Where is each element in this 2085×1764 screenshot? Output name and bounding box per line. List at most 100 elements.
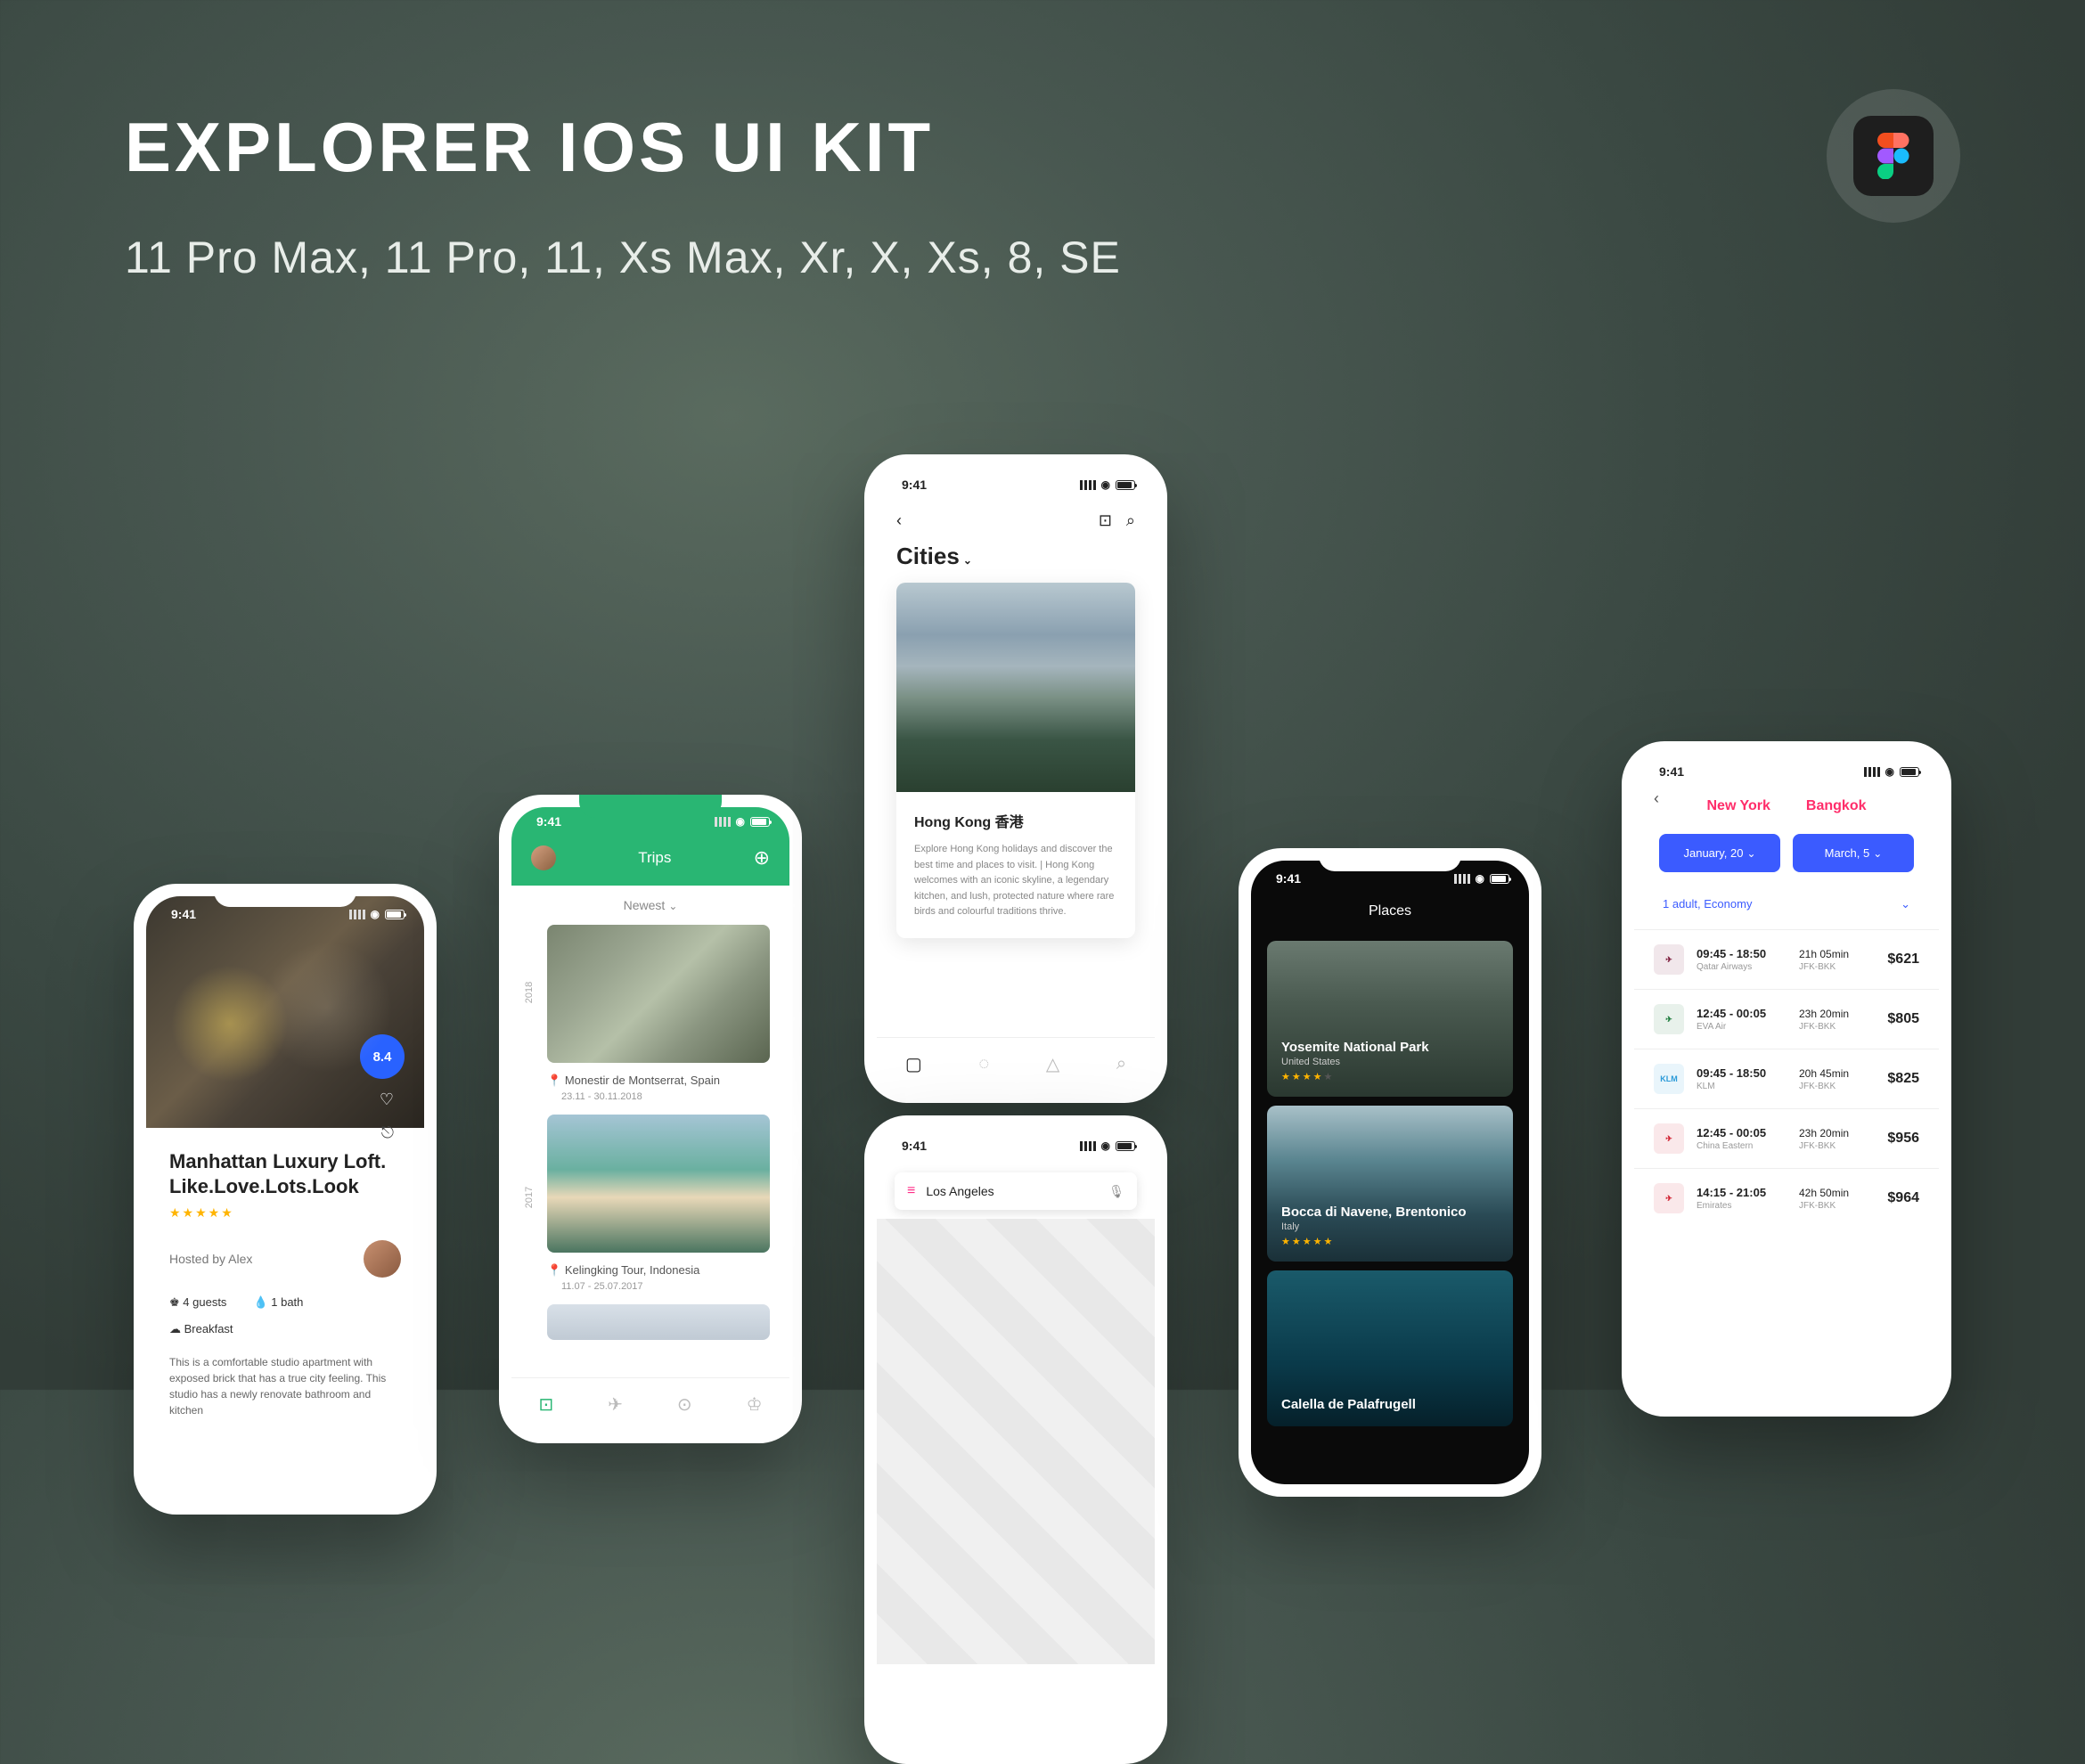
flight-row[interactable]: ✈ 14:15 - 21:05 Emirates 42h 50min JFK-B…	[1634, 1168, 1939, 1228]
figma-badge	[1827, 89, 1960, 223]
airline-icon: ✈	[1654, 1183, 1684, 1213]
place-card[interactable]: Yosemite National Park United States ★★★…	[1267, 941, 1513, 1097]
flight-row[interactable]: ✈ 12:45 - 00:05 China Eastern 23h 20min …	[1634, 1108, 1939, 1168]
flight-price: $805	[1866, 1011, 1919, 1027]
amenity-guests: ♚ 4 guests	[169, 1295, 226, 1310]
flight-row[interactable]: KLM 09:45 - 18:50 KLM 20h 45min JFK-BKK …	[1634, 1049, 1939, 1108]
city-card[interactable]: Hong Kong 香港 Explore Hong Kong holidays …	[896, 583, 1135, 938]
depart-date-chip[interactable]: January, 20	[1659, 834, 1780, 872]
status-time: 9:41	[902, 478, 927, 492]
route-to[interactable]: Bangkok	[1806, 798, 1867, 814]
passenger-selector[interactable]: 1 adult, Economy⌄	[1634, 883, 1939, 929]
map-icon[interactable]: ⊡	[1099, 511, 1112, 529]
place-card[interactable]: Calella de Palafrugell	[1267, 1270, 1513, 1426]
back-icon[interactable]: ‹	[896, 511, 902, 530]
favorite-icon[interactable]: ♡	[380, 1090, 394, 1109]
tab-chat-icon[interactable]: ◌	[978, 1054, 989, 1074]
place-card[interactable]: Bocca di Navene, Brentonico Italy ★★★★★	[1267, 1106, 1513, 1262]
amenity-breakfast: ☁ Breakfast	[169, 1322, 401, 1336]
hero-subtitle: 11 Pro Max, 11 Pro, 11, Xs Max, Xr, X, X…	[125, 232, 1121, 283]
city-description: Explore Hong Kong holidays and discover …	[914, 842, 1117, 920]
trip-card[interactable]	[547, 1304, 770, 1340]
map-search-bar[interactable]: ≡ Los Angeles 🎙	[895, 1172, 1137, 1210]
add-trip-icon[interactable]: ⊕	[754, 846, 770, 870]
flight-price: $825	[1866, 1071, 1919, 1087]
flight-duration: 21h 05min	[1799, 948, 1866, 960]
airline-name: Qatar Airways	[1697, 962, 1792, 972]
mockup-places: 9:41 ◉ Places Yosemite National Park Uni…	[1239, 848, 1541, 1497]
flight-row[interactable]: ✈ 09:45 - 18:50 Qatar Airways 21h 05min …	[1634, 929, 1939, 989]
search-text: Los Angeles	[926, 1184, 993, 1198]
flight-times: 14:15 - 21:05	[1697, 1186, 1792, 1199]
flight-row[interactable]: ✈ 12:45 - 00:05 EVA Air 23h 20min JFK-BK…	[1634, 989, 1939, 1049]
airline-icon: KLM	[1654, 1064, 1684, 1094]
flight-route: JFK-BKK	[1799, 1141, 1866, 1151]
trip-dates: 23.11 - 30.11.2018	[561, 1091, 770, 1102]
airline-icon: ✈	[1654, 1123, 1684, 1154]
flight-route: JFK-BKK	[1799, 1082, 1866, 1091]
trip-dates: 11.07 - 25.07.2017	[561, 1281, 770, 1292]
flight-times: 09:45 - 18:50	[1697, 1066, 1792, 1080]
figma-icon	[1853, 116, 1934, 196]
tab-pin-icon[interactable]: ⊙	[677, 1393, 692, 1416]
listing-title: Manhattan Luxury Loft. Like.Love.Lots.Lo…	[169, 1149, 401, 1198]
status-time: 9:41	[171, 907, 196, 921]
mockup-listing: 9:41 ◉ 8.4 ♡ ⎋ Manhattan Luxury Loft. Li…	[134, 884, 437, 1515]
mockup-flights: 9:41 ◉ ‹ New York Bangkok January, 20 Ma…	[1622, 741, 1951, 1417]
trip-card[interactable]: 📍 Monestir de Montserrat, Spain 23.11 - …	[547, 925, 770, 1102]
sort-dropdown[interactable]: Newest	[511, 886, 789, 925]
places-header: Places	[1251, 896, 1529, 932]
share-icon[interactable]: ⎋	[381, 1123, 394, 1142]
listing-description: This is a comfortable studio apartment w…	[169, 1354, 401, 1418]
tab-bell-icon[interactable]: △	[1046, 1053, 1059, 1075]
mic-icon[interactable]: 🎙	[1108, 1184, 1124, 1199]
flight-route: JFK-BKK	[1799, 1022, 1866, 1032]
route-from[interactable]: New York	[1706, 798, 1770, 814]
status-time: 9:41	[1659, 764, 1684, 779]
trips-header: Trips	[556, 849, 754, 867]
hero-title: EXPLORER IOS UI KIT	[125, 107, 934, 188]
host-label: Hosted by Alex	[169, 1252, 252, 1266]
flight-duration: 23h 20min	[1799, 1127, 1866, 1139]
flight-times: 12:45 - 00:05	[1697, 1007, 1792, 1020]
host-avatar[interactable]	[364, 1240, 401, 1278]
place-stars: ★★★★★	[1281, 1236, 1499, 1247]
place-name: Bocca di Navene, Brentonico	[1281, 1205, 1499, 1220]
trip-image	[547, 1115, 770, 1253]
menu-icon[interactable]: ≡	[907, 1183, 915, 1199]
tab-map-icon[interactable]: ⊡	[538, 1393, 553, 1416]
search-icon[interactable]: ⌕	[1126, 511, 1135, 529]
trip-image	[547, 1304, 770, 1340]
trip-card[interactable]: 📍 Kelingking Tour, Indonesia 11.07 - 25.…	[547, 1115, 770, 1292]
rating-badge: 8.4	[360, 1034, 405, 1079]
place-stars: ★★★★★	[1281, 1071, 1499, 1082]
trip-location: 📍 Kelingking Tour, Indonesia	[547, 1263, 770, 1278]
map-canvas[interactable]	[877, 1219, 1155, 1664]
tab-search-icon[interactable]: ⌕	[1116, 1054, 1126, 1074]
trip-location: 📍 Monestir de Montserrat, Spain	[547, 1074, 770, 1088]
flight-times: 09:45 - 18:50	[1697, 947, 1792, 960]
status-time: 9:41	[902, 1139, 927, 1153]
airline-name: EVA Air	[1697, 1022, 1792, 1032]
flight-price: $956	[1866, 1131, 1919, 1147]
city-title: Hong Kong 香港	[914, 810, 1117, 831]
tab-bar: ⊡ ✈ ⊙ ♔	[511, 1377, 789, 1431]
back-icon[interactable]: ‹	[1654, 789, 1659, 808]
listing-stars: ★★★★★	[169, 1205, 401, 1221]
listing-hero-image: 9:41 ◉ 8.4 ♡	[146, 896, 424, 1128]
flight-duration: 23h 20min	[1799, 1008, 1866, 1020]
status-time: 9:41	[536, 814, 561, 829]
flight-duration: 42h 50min	[1799, 1187, 1866, 1199]
tab-bar: ▢ ◌ △ ⌕	[877, 1037, 1155, 1090]
tab-trophy-icon[interactable]: ♔	[747, 1393, 763, 1416]
flight-price: $964	[1866, 1190, 1919, 1206]
year-label: 2017	[524, 1187, 535, 1208]
amenity-bath: 💧 1 bath	[253, 1295, 303, 1310]
tab-flights-icon[interactable]: ✈	[608, 1393, 623, 1416]
airline-name: Emirates	[1697, 1201, 1792, 1211]
tab-home-icon[interactable]: ▢	[905, 1053, 922, 1075]
profile-avatar[interactable]	[531, 845, 556, 870]
cities-heading[interactable]: Cities	[877, 539, 1155, 583]
return-date-chip[interactable]: March, 5	[1793, 834, 1914, 872]
flight-price: $621	[1866, 951, 1919, 968]
